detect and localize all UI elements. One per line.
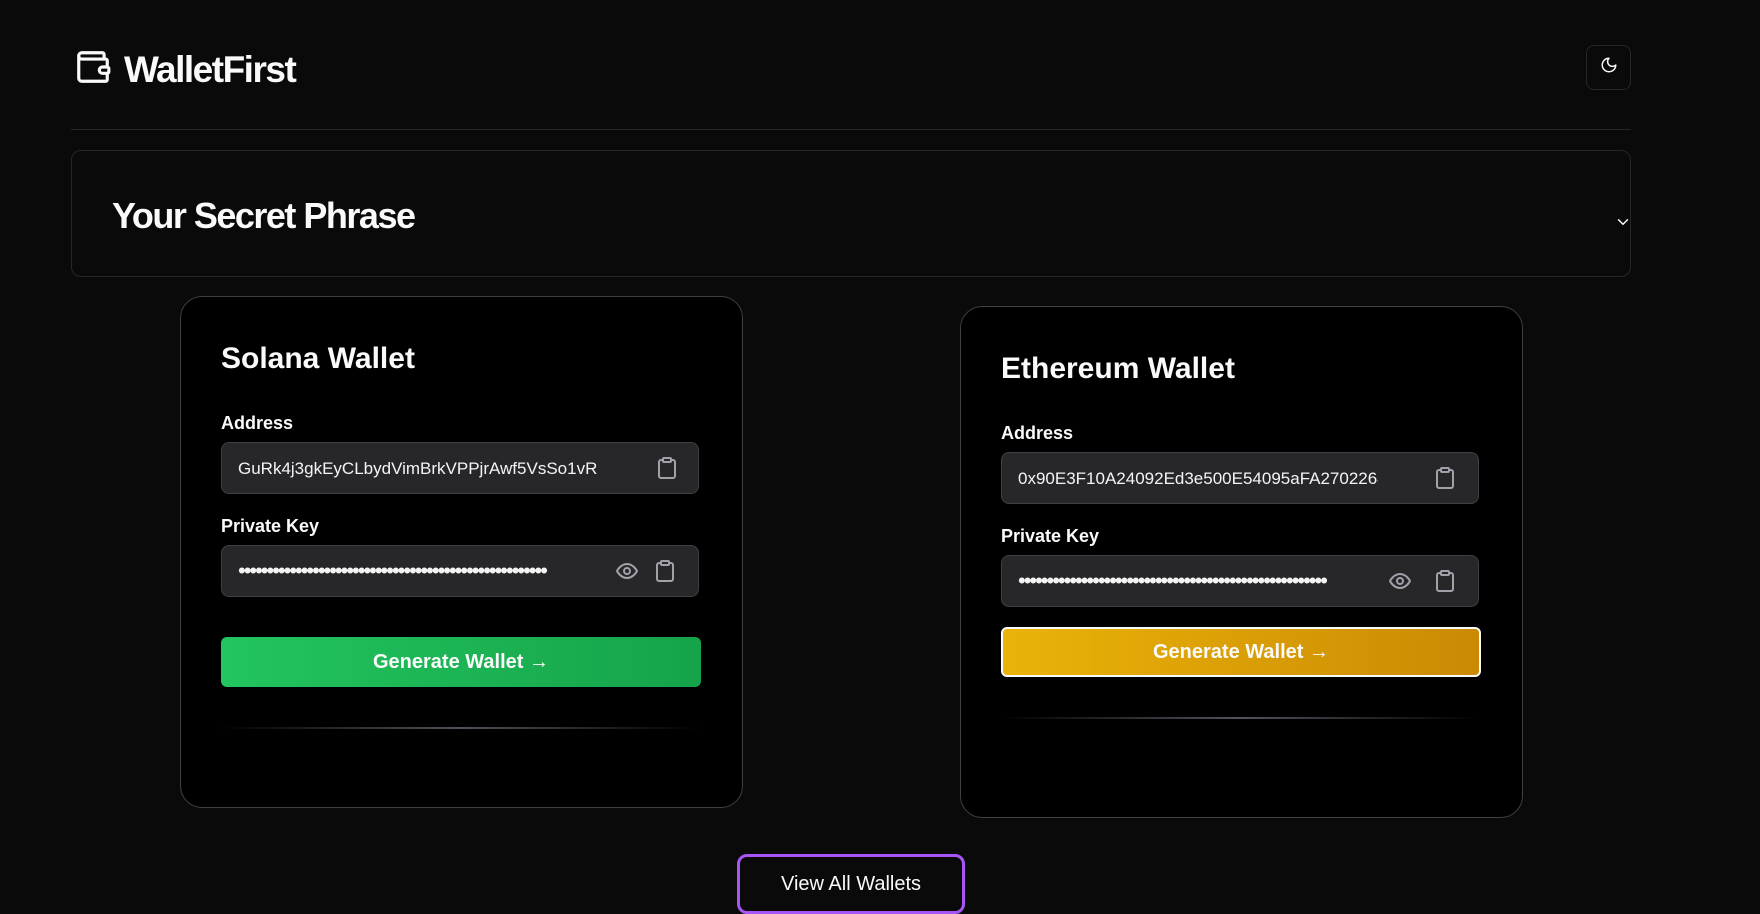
brand[interactable]: WalletFirst [74,48,297,91]
private-key-value: ••••••••••••••••••••••••••••••••••••••••… [238,558,548,583]
theme-toggle-button[interactable] [1586,45,1631,90]
secret-phrase-accordion[interactable]: Your Secret Phrase [71,150,1631,277]
eye-icon[interactable] [1388,569,1412,593]
card-title: Ethereum Wallet [1001,352,1235,385]
wallet-icon [74,48,112,91]
address-value: GuRk4j3gkEyCLbydVimBrkVPPjrAwf5VsSo1vRh [238,459,598,478]
header: WalletFirst [71,36,1631,130]
clipboard-icon[interactable] [653,559,677,583]
private-key-value: ••••••••••••••••••••••••••••••••••••••••… [1018,568,1328,593]
generate-wallet-button[interactable]: Generate Wallet → [1001,627,1481,677]
private-key-field[interactable]: ••••••••••••••••••••••••••••••••••••••••… [1001,555,1479,607]
address-field[interactable]: 0x90E3F10A24092Ed3e500E54095aFA2702264( [1001,452,1479,504]
divider [1001,717,1479,719]
moon-icon [1600,56,1618,79]
clipboard-icon[interactable] [1433,569,1457,593]
card-title: Solana Wallet [221,342,415,375]
address-field[interactable]: GuRk4j3gkEyCLbydVimBrkVPPjrAwf5VsSo1vRh [221,442,699,494]
clipboard-icon[interactable] [655,456,679,480]
divider [221,727,699,729]
address-label: Address [221,413,294,433]
chevron-down-icon[interactable] [1614,213,1632,236]
address-label: Address [1001,423,1074,443]
private-key-field[interactable]: ••••••••••••••••••••••••••••••••••••••••… [221,545,699,597]
clipboard-icon[interactable] [1433,466,1457,490]
ethereum-wallet-card: Ethereum Wallet Address 0x90E3F10A24092E… [960,306,1523,818]
secret-phrase-title: Your Secret Phrase [112,195,416,236]
private-key-label: Private Key [1001,526,1100,546]
address-value: 0x90E3F10A24092Ed3e500E54095aFA2702264( [1018,469,1378,488]
view-all-wallets-label: View All Wallets [780,873,922,895]
eye-icon[interactable] [615,559,639,583]
view-all-wallets-button[interactable]: View All Wallets [737,854,965,914]
solana-wallet-card: Solana Wallet Address GuRk4j3gkEyCLbydVi… [180,296,743,808]
generate-wallet-button[interactable]: Generate Wallet → [221,637,701,687]
private-key-label: Private Key [221,516,320,536]
brand-name: WalletFirst [124,48,297,90]
